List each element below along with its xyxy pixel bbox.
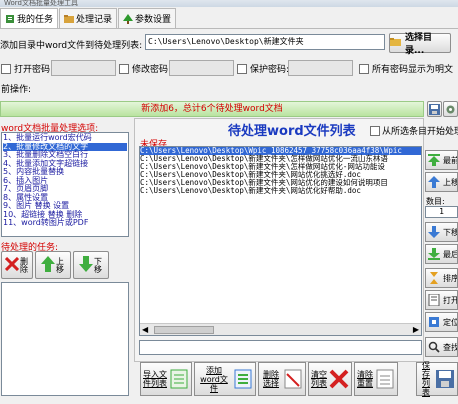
arrow-up-icon [428,176,440,188]
sort-button[interactable]: 排序 [425,268,458,288]
scroll-left-icon[interactable]: ◀ [142,325,148,334]
delete-selected-button[interactable]: 删除选择 [258,362,306,396]
arrow-bottom-icon [428,248,440,260]
import-list-button[interactable]: 导入文件列表 [140,362,192,396]
file-row[interactable]: C:\Users\Lenovo\Desktop\新建文件夹\网站优化好帮助.do… [140,187,421,195]
sort-icon [428,272,440,284]
find-button[interactable]: 查找 [425,337,458,357]
clear-list-button[interactable]: 清空列表 [308,362,352,396]
arrow-top-icon [428,154,440,166]
find-input[interactable] [139,340,422,355]
add-dir-label: 添加目录中word文件到待处理列表: [0,41,143,51]
scroll-thumb[interactable] [154,326,214,334]
reset-icon [375,368,395,390]
dir-path-input[interactable]: C:\Users\Lenovo\Desktop\新建文件夹 [145,34,385,50]
count-input[interactable]: 1 [425,206,458,218]
folder-open-icon [390,37,402,50]
select-dir-button[interactable]: 选择目录... [389,33,451,56]
delete-task-button[interactable]: 删除 [1,251,33,279]
open-password-group: 打开密码: [1,62,53,75]
settings-icon[interactable] [443,101,458,117]
modify-password-checkbox[interactable] [119,63,129,74]
add-word-button[interactable]: 添加word文件 [194,362,256,396]
operation-label: 前操作: [1,85,32,95]
window-title: Word文档批量处理工具 [0,0,458,7]
move-bottom-button[interactable]: 最后 [425,244,458,264]
arrow-up-icon [40,255,55,275]
protect-password-group: 保护密码: [237,62,289,75]
horizontal-scrollbar[interactable]: ◀ ▶ [140,323,421,335]
show-plain-checkbox[interactable] [359,63,369,74]
document-icon [428,293,440,307]
protect-password-checkbox[interactable] [237,63,247,74]
delete-list-icon [283,368,303,390]
status-bar: 新添加6，总计6个待处理word文档 [0,101,424,117]
tab-divider [0,28,458,29]
red-x-icon [4,256,19,274]
tab-bar: 我的任务 处理记录 参数设置 [0,8,177,28]
from-selected-group: 从所选条目开始处理 [370,124,458,137]
magnifier-icon [428,341,440,353]
save-icon [435,368,455,390]
tab-settings[interactable]: 参数设置 [118,8,177,28]
from-selected-checkbox[interactable] [370,125,380,136]
open-password-checkbox[interactable] [1,63,11,74]
tasks-icon [5,14,15,24]
task-list[interactable] [1,282,129,396]
tab-my-tasks[interactable]: 我的任务 [0,8,59,28]
add-file-icon [233,368,253,390]
records-icon [64,14,75,24]
arrow-down-icon [78,255,93,275]
option-item[interactable]: 11、word转图片或PDF [3,218,127,228]
options-tree[interactable]: 1、批量运行word宏代码 2、批量修改文档的文字 3、批量删除文档空白行 4、… [1,132,129,237]
scroll-right-icon[interactable]: ▶ [413,325,419,334]
tab-records[interactable]: 处理记录 [59,8,118,28]
move-down-button[interactable]: 下移 [425,222,458,242]
move-task-up-button[interactable]: 上移 [35,251,71,279]
locate-button[interactable]: 定位 [425,312,458,332]
file-list[interactable]: C:\Users\Lenovo\Desktop\Wpic_10862457_37… [139,146,422,336]
reset-button[interactable]: 清除重置 [354,362,398,396]
move-top-button[interactable]: 最前 [425,150,458,170]
modify-password-group: 修改密码: [119,62,171,75]
locate-icon [428,316,440,328]
import-icon [169,368,189,390]
move-up-button[interactable]: 上移 [425,172,458,192]
arrow-down-icon [428,226,440,238]
show-plain-group: 所有密码显示为明文 [359,62,453,75]
file-list-title: 待处理word文件列表 [228,124,356,139]
open-password-field[interactable] [51,60,116,76]
open-button[interactable]: 打开 [425,290,458,310]
tree-icon [123,13,134,24]
move-task-down-button[interactable]: 下移 [73,251,109,279]
modify-password-field[interactable] [169,60,234,76]
save-list-button[interactable]: 保存列表 [416,361,458,397]
protect-password-field[interactable] [288,60,353,76]
save-icon[interactable] [427,101,442,117]
red-x-icon [329,368,349,390]
